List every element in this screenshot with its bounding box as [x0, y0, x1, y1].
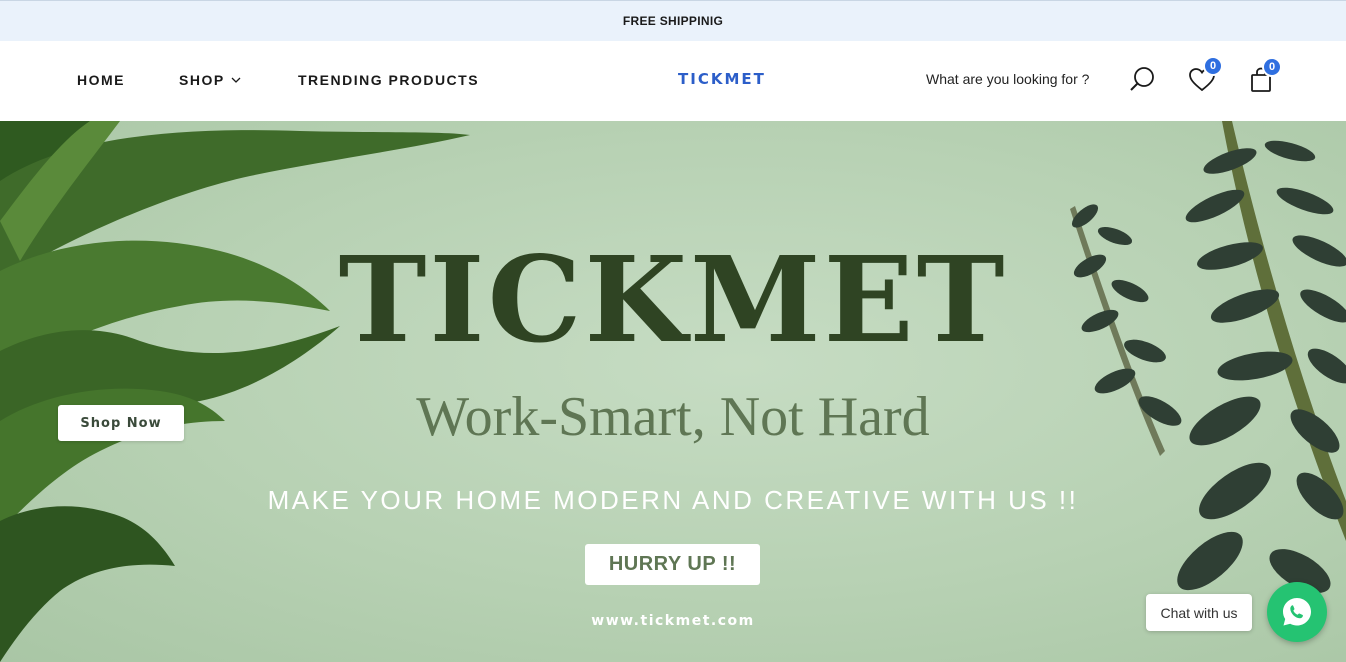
nav-home-label: HOME: [77, 72, 125, 88]
hero-title: TICKMET: [338, 230, 1008, 369]
announcement-text: FREE SHIPPINIG: [622, 14, 724, 28]
search-icon[interactable]: [1128, 65, 1158, 95]
announcement-bar: FREE SHIPPINIG: [0, 0, 1346, 41]
chat-with-us-button[interactable]: Chat with us: [1146, 594, 1252, 631]
nav-trending-products[interactable]: TRENDING PRODUCTS: [298, 72, 479, 88]
hurry-up-badge: HURRY UP !!: [585, 544, 760, 585]
hero-banner: TICKMET Work-Smart, Not Hard MAKE YOUR H…: [0, 121, 1346, 662]
cart-count-badge: 0: [1262, 57, 1282, 77]
whatsapp-icon: [1283, 598, 1311, 626]
whatsapp-chat-button[interactable]: [1267, 582, 1327, 642]
nav-home[interactable]: HOME: [77, 72, 125, 88]
hero-tagline: Work-Smart, Not Hard: [416, 386, 930, 448]
wishlist-count-badge: 0: [1203, 56, 1223, 76]
site-header: HOME SHOP TRENDING PRODUCTS TICKMET What…: [0, 41, 1346, 121]
nav-shop[interactable]: SHOP: [179, 72, 241, 88]
shop-now-button[interactable]: Shop Now: [58, 405, 184, 441]
chevron-down-icon: [231, 77, 241, 83]
search-input[interactable]: What are you looking for ?: [926, 71, 1089, 87]
nav-shop-label: SHOP: [179, 72, 225, 88]
nav-trending-label: TRENDING PRODUCTS: [298, 72, 480, 88]
hero-subtitle: MAKE YOUR HOME MODERN AND CREATIVE WITH …: [267, 485, 1079, 515]
site-url: www.tickmet.com: [591, 613, 755, 629]
site-logo[interactable]: TICKMET: [678, 70, 766, 88]
